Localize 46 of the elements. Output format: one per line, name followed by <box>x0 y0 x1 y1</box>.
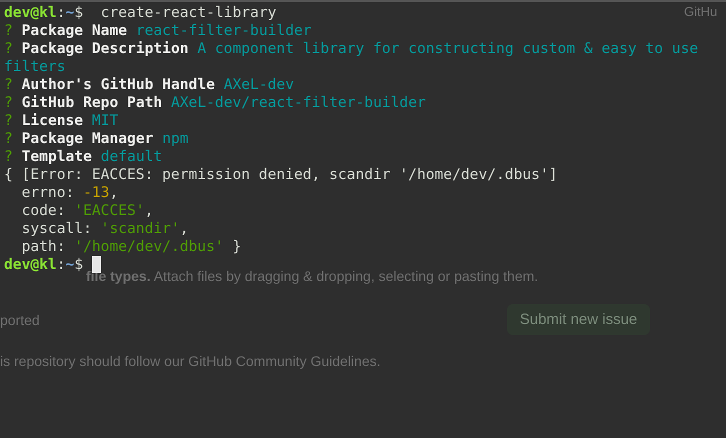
question-mark: ? <box>4 94 13 111</box>
terminal-text: { [Error: EACCES: permission denied, scandir '/home/dev/.dbus'] <box>4 166 558 183</box>
prompt-answer: A component library for constructing custom & easy to use <box>197 40 698 57</box>
prompt-path: ~ <box>66 256 74 273</box>
terminal-text: code: <box>20 202 67 219</box>
question-mark: ? <box>4 76 13 93</box>
prompt-label: Template <box>22 148 92 165</box>
prompt-answer: npm <box>162 130 189 147</box>
background-text: ported <box>0 312 40 328</box>
terminal-text: syscall: <box>20 220 93 237</box>
question-mark: ? <box>4 148 13 165</box>
question-mark: ? <box>4 130 13 147</box>
terminal-text: , <box>144 202 154 219</box>
terminal-text: errno: <box>20 184 76 201</box>
prompt-user: dev@kl <box>4 256 57 273</box>
question-mark: ? <box>4 22 13 39</box>
terminal-text: path: <box>20 238 67 255</box>
prompt-path: ~ <box>66 4 74 21</box>
prompt-label: Author's GitHub Handle <box>22 76 215 93</box>
string-value: '/home/dev/.dbus' <box>74 238 224 255</box>
string-value: 'EACCES' <box>74 202 145 219</box>
prompt-answer: MIT <box>92 112 118 129</box>
prompt-answer: AXeL-dev <box>224 76 294 93</box>
prompt-answer: default <box>100 148 162 165</box>
prompt-label: License <box>22 112 84 129</box>
string-value: 'scandir' <box>100 220 180 237</box>
terminal-text: : <box>56 256 66 273</box>
question-mark: ? <box>4 40 13 57</box>
number-value: -13 <box>83 184 110 201</box>
prompt-label: Package Name <box>22 22 128 39</box>
prompt-label: GitHub Repo Path <box>22 94 162 111</box>
terminal-text: $ create-react-library <box>74 4 276 21</box>
terminal-text: , <box>109 184 118 201</box>
prompt-user: dev@kl <box>4 4 57 21</box>
prompt-answer: react-filter-builder <box>136 22 312 39</box>
terminal-text: , <box>180 220 189 237</box>
prompt-answer: filters <box>4 58 66 75</box>
terminal-text: } <box>231 238 242 255</box>
background-text: is repository should follow our GitHub Community Guidelines. <box>0 353 380 369</box>
background-text: GitHu <box>684 4 718 19</box>
prompt-label: Package Description <box>22 40 189 57</box>
terminal-text: : <box>56 4 66 21</box>
terminal-text: $ <box>74 256 84 273</box>
question-mark: ? <box>4 112 13 129</box>
prompt-label: Package Manager <box>22 130 154 147</box>
prompt-answer: AXeL-dev/react-filter-builder <box>170 94 426 111</box>
